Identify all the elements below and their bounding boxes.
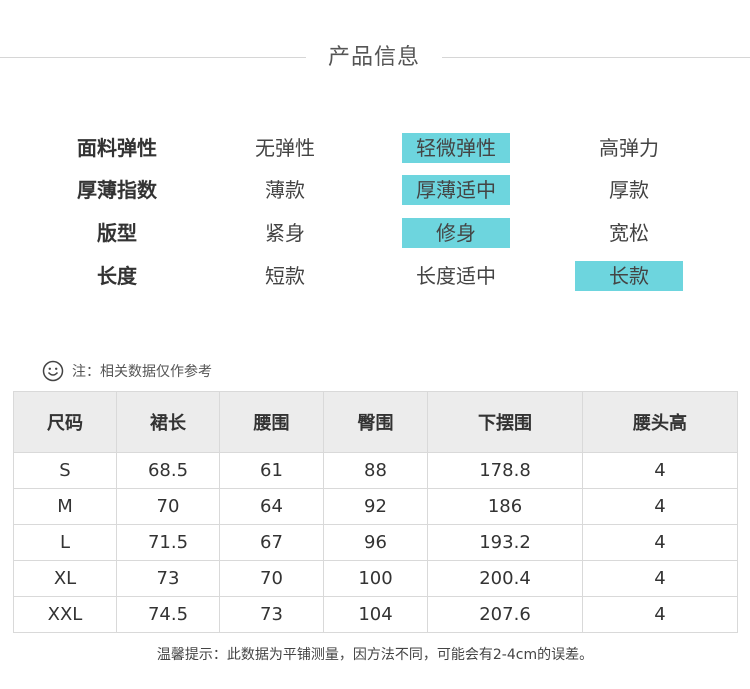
column-header: 臀围 (323, 391, 428, 453)
attr-label: 版型 (97, 221, 137, 245)
column-header: 裙长 (116, 391, 220, 453)
measurement-tip: 温馨提示：此数据为平铺测量，因方法不同，可能会有2-4cm的误差。 (156, 647, 594, 663)
attr-label: 面料弹性 (77, 136, 157, 160)
table-cell: 4 (582, 596, 738, 633)
table-cell: 61 (219, 452, 324, 489)
reference-note: 注：相关数据仅作参考 (42, 358, 212, 384)
attr-option-selected: 修身 (402, 218, 510, 248)
attr-option: 无弹性 (255, 136, 315, 160)
table-cell: 73 (219, 596, 324, 633)
table-cell: 68.5 (116, 452, 220, 489)
table-cell: M (13, 488, 117, 525)
table-cell: 70 (116, 488, 220, 525)
table-row: M 70 64 92 186 4 (13, 488, 738, 525)
table-cell: 100 (323, 560, 428, 597)
table-cell: 200.4 (427, 560, 583, 597)
smile-icon (42, 360, 64, 382)
table-cell: 4 (582, 560, 738, 597)
note-text: 注：相关数据仅作参考 (72, 364, 212, 380)
table-cell: 88 (323, 452, 428, 489)
table-header-row: 尺码 裙长 腰围 臀围 下摆围 腰头高 (13, 391, 738, 453)
table-cell: 4 (582, 452, 738, 489)
table-cell: 71.5 (116, 524, 220, 561)
attr-option: 高弹力 (599, 136, 659, 160)
table-cell: 70 (219, 560, 324, 597)
table-cell: 96 (323, 524, 428, 561)
column-header: 下摆围 (427, 391, 583, 453)
attr-option: 长度适中 (416, 264, 496, 288)
attr-row-elasticity: 面料弹性 无弹性 轻微弹性 高弹力 (0, 128, 750, 168)
size-table: 尺码 裙长 腰围 臀围 下摆围 腰头高 S 68.5 61 88 178.8 4… (13, 391, 738, 633)
attr-option: 薄款 (265, 178, 305, 202)
table-row: XL 73 70 100 200.4 4 (13, 560, 738, 597)
table-cell: XL (13, 560, 117, 597)
attr-option-selected: 轻微弹性 (402, 133, 510, 163)
column-header: 腰围 (219, 391, 324, 453)
title-divider-left (0, 57, 306, 58)
table-cell: 104 (323, 596, 428, 633)
attr-option: 厚款 (609, 178, 649, 202)
table-cell: 193.2 (427, 524, 583, 561)
attr-option: 短款 (265, 264, 305, 288)
table-row: L 71.5 67 96 193.2 4 (13, 524, 738, 561)
table-cell: 207.6 (427, 596, 583, 633)
table-cell: 67 (219, 524, 324, 561)
attr-row-fit: 版型 紧身 修身 宽松 (0, 213, 750, 253)
table-cell: 73 (116, 560, 220, 597)
table-cell: 178.8 (427, 452, 583, 489)
attr-row-length: 长度 短款 长度适中 长款 (0, 256, 750, 296)
attr-label: 长度 (97, 264, 137, 288)
attr-option-selected: 厚薄适中 (402, 175, 510, 205)
attr-label: 厚薄指数 (77, 178, 157, 202)
table-cell: XXL (13, 596, 117, 633)
attr-row-thickness: 厚薄指数 薄款 厚薄适中 厚款 (0, 170, 750, 210)
column-header: 腰头高 (582, 391, 738, 453)
column-header: 尺码 (13, 391, 117, 453)
page-title: 产品信息 (327, 45, 420, 70)
table-row: S 68.5 61 88 178.8 4 (13, 452, 738, 489)
table-cell: 4 (582, 488, 738, 525)
table-cell: L (13, 524, 117, 561)
table-cell: 186 (427, 488, 583, 525)
table-cell: 74.5 (116, 596, 220, 633)
attr-option: 宽松 (609, 221, 649, 245)
table-cell: 92 (323, 488, 428, 525)
title-divider-right (442, 57, 750, 58)
attr-option: 紧身 (265, 221, 305, 245)
table-cell: 4 (582, 524, 738, 561)
attr-option-selected: 长款 (575, 261, 683, 291)
table-cell: S (13, 452, 117, 489)
table-row: XXL 74.5 73 104 207.6 4 (13, 596, 738, 633)
section-title: 产品信息 (0, 40, 750, 76)
table-cell: 64 (219, 488, 324, 525)
